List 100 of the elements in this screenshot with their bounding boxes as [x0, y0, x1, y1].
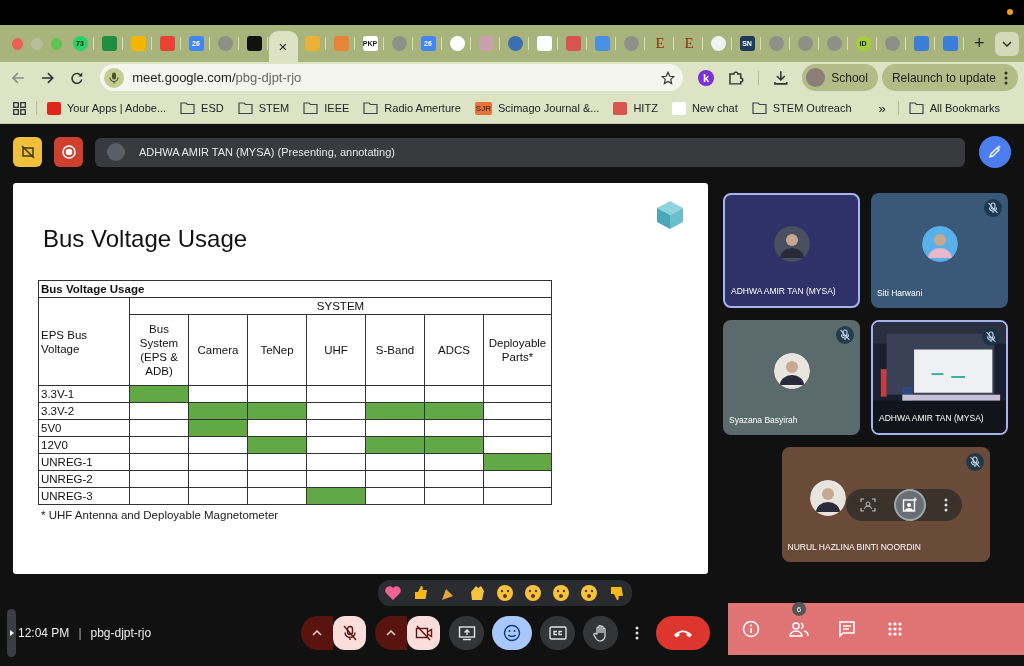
more-icon[interactable]	[943, 497, 948, 512]
thumbs-down-icon[interactable]	[608, 584, 626, 602]
participant-tile[interactable]: Syazana Basyirah	[723, 320, 860, 435]
participant-name: ADHWA AMIR TAN (MYSA)	[731, 286, 836, 296]
column-header: Camera	[188, 314, 248, 386]
bookmark-item[interactable]: Radio Amerture	[363, 102, 461, 114]
caret-icon	[386, 630, 396, 636]
thumbs-up-icon[interactable]	[412, 584, 430, 602]
avatar-icon	[809, 479, 846, 516]
chevron-down-icon	[1002, 40, 1012, 47]
participant-tile[interactable]: Siti Harwani	[871, 193, 1008, 308]
bookmark-item[interactable]: STEM Outreach	[751, 102, 852, 114]
download-icon[interactable]	[772, 69, 789, 86]
back-icon[interactable]	[11, 70, 25, 85]
site-icon: E	[652, 36, 668, 51]
grid-icon	[888, 622, 902, 636]
bookmark-item[interactable]: IEEE	[303, 102, 350, 114]
participant-name: ADHWA AMIR TAN (MYSA)	[879, 413, 984, 423]
raise-hand-button[interactable]	[583, 616, 618, 650]
camera-button[interactable]	[407, 616, 440, 650]
slide-title: Bus Voltage Usage	[43, 225, 248, 253]
footnote: * UHF Antenna and Deployable Magnetometer	[41, 509, 280, 521]
surprised-face-icon[interactable]	[524, 584, 542, 602]
bookmark-star-icon[interactable]	[661, 70, 676, 85]
hide-slide-button[interactable]	[13, 137, 42, 167]
column-header: Deployable Parts*	[483, 314, 552, 386]
bookmark-item[interactable]: Your Apps | Adobe...	[47, 101, 167, 115]
captions-button[interactable]	[540, 616, 575, 650]
browser-tab[interactable]: E	[646, 25, 675, 62]
bookmark-item[interactable]: New chat	[671, 101, 738, 115]
apps-grid-icon[interactable]	[13, 101, 26, 115]
table-cell: UNREG-2	[38, 470, 130, 488]
folder-icon	[303, 102, 319, 114]
table-header: EPS Bus Voltage	[38, 297, 130, 386]
participant-tile[interactable]: ADHWA AMIR TAN (MYSA)	[723, 193, 860, 308]
bookmark-item[interactable]: ESD	[180, 102, 224, 114]
record-icon	[61, 145, 76, 159]
participant-count-badge: 6	[792, 602, 806, 616]
annotate-button[interactable]	[979, 136, 1011, 168]
folder-icon	[180, 102, 196, 114]
forward-icon[interactable]	[40, 70, 55, 85]
heart-icon[interactable]	[384, 584, 402, 602]
bookmark-item[interactable]: STEM	[237, 102, 290, 114]
site-icon: SJR	[474, 101, 492, 115]
table-cell: 12V0	[38, 436, 130, 454]
new-tab-button[interactable]: +	[974, 33, 985, 54]
profile-button[interactable]: School	[802, 64, 878, 91]
info-icon	[742, 620, 760, 638]
effects-button[interactable]	[893, 488, 926, 521]
frame-icon[interactable]	[859, 497, 876, 512]
participant-name: Syazana Basyirah	[729, 415, 798, 425]
divider: |	[78, 626, 82, 640]
tab-search-button[interactable]	[995, 31, 1019, 56]
cube-icon	[654, 199, 686, 231]
folder-icon	[363, 102, 379, 114]
clock-time: 12:04 PM	[18, 626, 70, 640]
puzzle-icon[interactable]	[727, 69, 744, 86]
participant-tile[interactable]: ADHWA AMIR TAN (MYSA)	[871, 320, 1008, 435]
address-bar[interactable]: meet.google.com/pbg-djpt-rjo	[100, 64, 684, 91]
browser-tab[interactable]: ×	[269, 31, 298, 62]
participant-name: NURUL HAZLINA BINTI NOORDIN	[787, 542, 921, 552]
microphone-button[interactable]	[333, 616, 366, 650]
table-cell: 3.3V-2	[38, 402, 130, 420]
avatar-icon	[107, 143, 125, 161]
reactions-button[interactable]	[492, 616, 532, 650]
meeting-code: pbg-djpt-rjo	[90, 626, 152, 640]
all-bookmarks-button[interactable]: All Bookmarks	[908, 102, 1000, 114]
participant-name: Siti Harwani	[877, 288, 923, 298]
bookmark-item[interactable]: SJR Scimago Journal &...	[474, 101, 600, 115]
microphone-icon	[104, 67, 125, 88]
avatar-icon	[921, 225, 958, 262]
participant-tile[interactable]: NURUL HAZLINA BINTI NOORDIN	[781, 447, 990, 562]
status-dot	[1007, 9, 1013, 15]
reload-icon[interactable]	[70, 70, 85, 85]
table-cell: 5V0	[38, 419, 130, 437]
hand-icon	[592, 624, 609, 642]
record-button[interactable]	[54, 137, 83, 167]
table-cell: UNREG-3	[38, 487, 130, 505]
more-bookmarks-button[interactable]: »	[878, 100, 886, 116]
panel-handle[interactable]	[7, 609, 16, 657]
more-icon	[1004, 70, 1008, 85]
relaunch-button[interactable]: Relaunch to update	[881, 64, 1018, 91]
play-icon	[9, 630, 14, 636]
column-header: TeNep	[247, 314, 307, 386]
column-header: Bus System (EPS & ADB)	[129, 314, 189, 386]
present-button[interactable]	[449, 616, 484, 650]
phone-hang-up-icon	[673, 628, 693, 638]
bookmark-item[interactable]: HITZ	[613, 101, 658, 115]
table-cell: 3.3V-1	[38, 385, 130, 403]
mic-off-icon	[341, 625, 358, 641]
browser-tab[interactable]: E	[675, 25, 704, 62]
extension-button[interactable]: k	[698, 69, 714, 86]
caret-icon	[312, 630, 322, 636]
folder-icon	[237, 102, 253, 114]
end-call-button[interactable]	[656, 616, 710, 650]
column-header: ADCS	[424, 314, 484, 386]
folder-icon	[751, 102, 767, 114]
site-icon: E	[681, 36, 697, 51]
camera-off-icon	[414, 625, 433, 641]
presenter-label: ADHWA AMIR TAN (MYSA) (Presenting, annotating)	[139, 146, 395, 158]
